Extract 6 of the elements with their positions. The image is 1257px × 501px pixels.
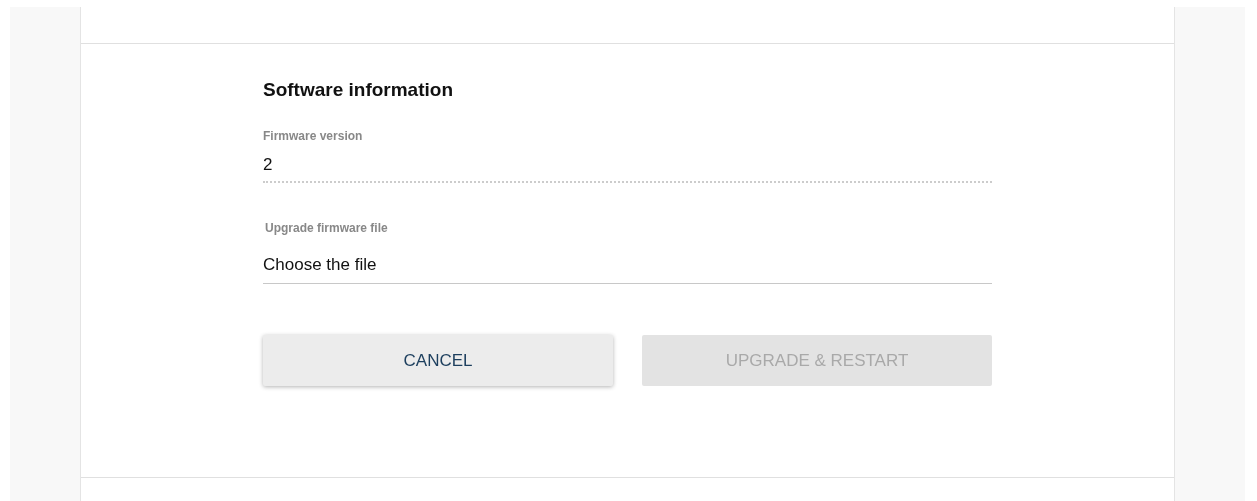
field-label: Upgrade firmware file: [265, 221, 388, 235]
section-title: Software information: [263, 79, 454, 101]
cancel-button[interactable]: CANCEL: [263, 335, 613, 386]
file-field[interactable]: Choose the file: [263, 255, 992, 284]
readonly-field: 2: [263, 155, 992, 183]
field-label: Firmware version: [263, 129, 363, 143]
